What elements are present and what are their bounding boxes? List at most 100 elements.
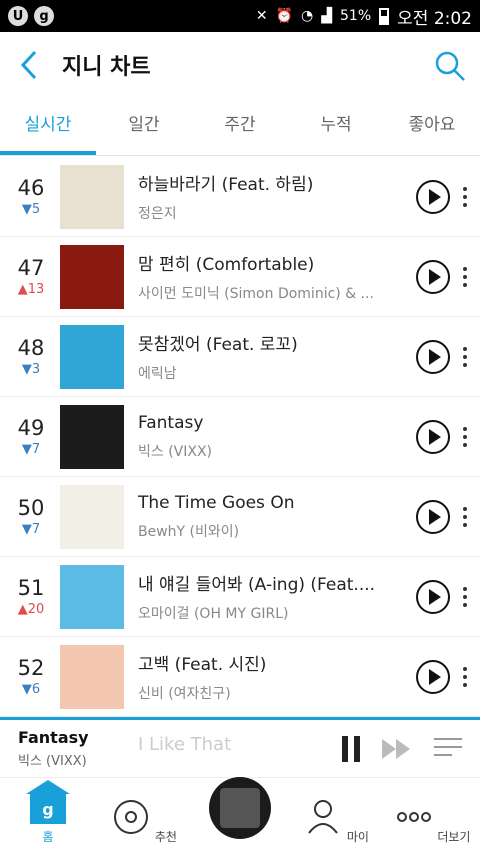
next-track-icon[interactable]: [382, 738, 412, 759]
chart-row[interactable]: 49 ▼7 Fantasy 빅스 (VIXX): [0, 397, 480, 477]
tab-weekly[interactable]: 주간: [192, 98, 288, 155]
rank-box: 49 ▼7: [0, 416, 60, 457]
user-icon: [308, 800, 338, 834]
chart-row[interactable]: 51 ▲20 내 얘길 들어봐 (A-ing) (Feat.... 오마이걸 (…: [0, 557, 480, 637]
play-button[interactable]: [416, 499, 450, 534]
chevron-left-icon: [20, 50, 37, 80]
rank-number: 49: [17, 416, 45, 440]
nav-now-playing[interactable]: [192, 777, 288, 853]
album-cover[interactable]: [60, 484, 124, 549]
more-options-icon[interactable]: [450, 586, 480, 607]
nav-more-label: 더보기: [437, 830, 471, 844]
more-options-icon[interactable]: [450, 266, 480, 287]
play-button[interactable]: [416, 659, 450, 694]
chart-row[interactable]: 52 ▼6 고백 (Feat. 시진) 신비 (여자친구): [0, 637, 480, 717]
song-meta[interactable]: 내 얘길 들어봐 (A-ing) (Feat.... 오마이걸 (OH MY G…: [138, 570, 406, 623]
mute-icon: ✕: [255, 8, 268, 24]
song-meta[interactable]: The Time Goes On BewhY (비와이): [138, 493, 406, 541]
artist-name: 에릭남: [138, 366, 177, 382]
chart-row[interactable]: 47 ▲13 맘 편히 (Comfortable) 사이먼 도미닉 (Simon…: [0, 237, 480, 317]
home-icon: g: [26, 780, 70, 824]
battery-percent: 51%: [340, 8, 372, 24]
rank-number: 47: [17, 256, 45, 280]
artist-name: 오마이걸 (OH MY GIRL): [138, 606, 289, 622]
playlist-icon[interactable]: [434, 737, 462, 761]
song-meta[interactable]: 맘 편히 (Comfortable) 사이먼 도미닉 (Simon Domini…: [138, 250, 406, 303]
song-title: The Time Goes On: [138, 492, 295, 513]
more-options-icon[interactable]: [450, 666, 480, 687]
song-meta[interactable]: 못참겠어 (Feat. 로꼬) 에릭남: [138, 330, 406, 383]
nav-my[interactable]: 마이: [288, 797, 384, 853]
mini-player[interactable]: Fantasy 빅스 (VIXX) I Like That: [0, 717, 480, 777]
back-button[interactable]: [14, 50, 44, 80]
artist-name: 빅스 (VIXX): [138, 443, 213, 460]
play-button[interactable]: [416, 579, 450, 614]
more-options-icon[interactable]: [450, 346, 480, 367]
search-button[interactable]: [434, 50, 466, 82]
rank-number: 46: [17, 176, 45, 200]
tab-cumulative[interactable]: 누적: [288, 98, 384, 155]
more-options-icon[interactable]: [450, 426, 480, 447]
rank-change: ▼6: [21, 682, 41, 697]
tab-daily[interactable]: 일간: [96, 98, 192, 155]
search-icon: [435, 51, 465, 81]
chart-row[interactable]: 46 ▼5 하늘바라기 (Feat. 하림) 정은지: [0, 157, 480, 237]
song-meta[interactable]: Fantasy 빅스 (VIXX): [138, 413, 406, 461]
album-art: [220, 788, 260, 828]
album-cover[interactable]: [60, 644, 124, 709]
play-button[interactable]: [416, 259, 450, 294]
song-title: Fantasy: [138, 412, 204, 433]
chart-row[interactable]: 50 ▼7 The Time Goes On BewhY (비와이): [0, 477, 480, 557]
song-meta[interactable]: 고백 (Feat. 시진) 신비 (여자친구): [138, 650, 406, 703]
rank-box: 46 ▼5: [0, 176, 60, 217]
rank-box: 52 ▼6: [0, 656, 60, 697]
u-app-icon: U: [8, 6, 28, 26]
disc-icon: [114, 800, 149, 834]
now-playing-title: Fantasy: [18, 728, 89, 747]
tab-realtime[interactable]: 실시간: [0, 98, 96, 155]
rank-change: ▼5: [21, 202, 41, 217]
rank-number: 51: [17, 576, 45, 600]
chart-tabs: 실시간 일간 주간 누적 좋아요: [0, 98, 480, 156]
rank-change: ▼3: [21, 362, 41, 377]
chart-row[interactable]: 48 ▼3 못참겠어 (Feat. 로꼬) 에릭남: [0, 317, 480, 397]
play-button[interactable]: [416, 339, 450, 374]
nav-home[interactable]: g 홈: [0, 780, 96, 853]
artist-name: BewhY (비와이): [138, 523, 240, 540]
play-button[interactable]: [416, 179, 450, 214]
nav-more[interactable]: 더보기: [384, 797, 480, 853]
now-playing-artist: 빅스 (VIXX): [18, 754, 87, 769]
rank-box: 47 ▲13: [0, 256, 60, 297]
album-cover[interactable]: [60, 564, 124, 629]
rank-change: ▼7: [21, 442, 41, 457]
rank-change: ▼7: [21, 522, 41, 537]
rank-number: 52: [17, 656, 45, 680]
album-cover[interactable]: [60, 244, 124, 309]
nav-my-label: 마이: [346, 830, 369, 844]
more-options-icon[interactable]: [450, 506, 480, 527]
rank-box: 48 ▼3: [0, 336, 60, 377]
nav-home-label: 홈: [42, 830, 54, 844]
rank-box: 50 ▼7: [0, 496, 60, 537]
chart-list: 46 ▼5 하늘바라기 (Feat. 하림) 정은지 47 ▲13 맘 편히 (…: [0, 157, 480, 717]
nav-recommend[interactable]: 추천: [96, 797, 192, 853]
now-playing-disc: [209, 777, 271, 839]
album-cover[interactable]: [60, 164, 124, 229]
now-playing-info[interactable]: Fantasy 빅스 (VIXX): [18, 728, 89, 769]
wifi-icon: ◔: [301, 8, 314, 24]
pause-button[interactable]: [342, 735, 360, 762]
signal-icon: ▟: [321, 8, 333, 24]
album-cover[interactable]: [60, 324, 124, 389]
page-title: 지니 차트: [62, 55, 151, 80]
album-cover[interactable]: [60, 404, 124, 469]
alarm-icon: ⏰: [275, 8, 294, 24]
more-icon: [396, 812, 431, 822]
song-title: 내 얘길 들어봐 (A-ing) (Feat....: [138, 575, 376, 595]
song-title: 고백 (Feat. 시진): [138, 655, 267, 675]
artist-name: 신비 (여자친구): [138, 686, 231, 702]
rank-change: ▲13: [17, 282, 45, 297]
play-button[interactable]: [416, 419, 450, 454]
song-meta[interactable]: 하늘바라기 (Feat. 하림) 정은지: [138, 170, 406, 223]
tab-likes[interactable]: 좋아요: [384, 98, 480, 155]
more-options-icon[interactable]: [450, 186, 480, 207]
